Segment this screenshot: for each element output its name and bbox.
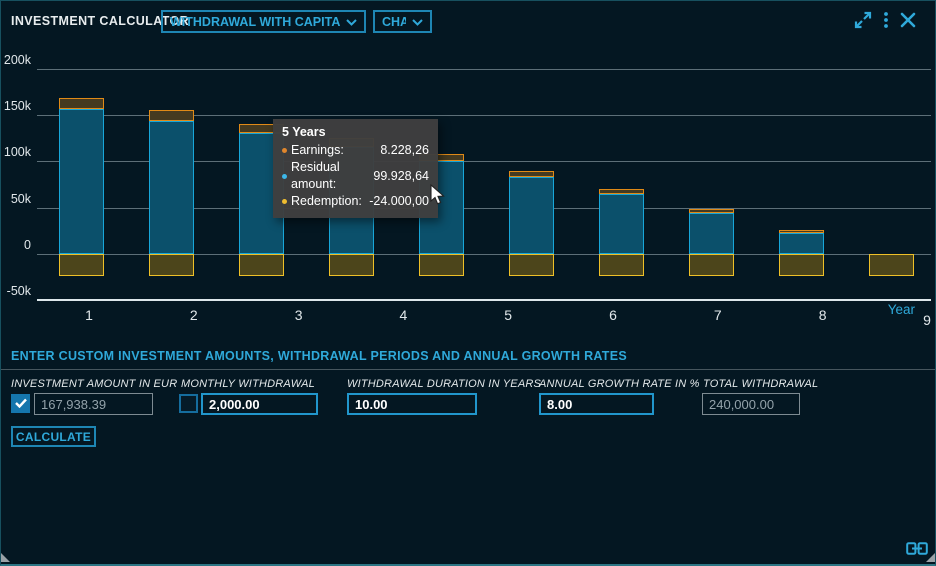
expand-button[interactable] xyxy=(852,10,874,32)
field-label: ANNUAL GROWTH RATE IN % xyxy=(539,378,700,390)
x-tick-label: 6 xyxy=(609,307,617,323)
x-axis-title: Year xyxy=(867,302,915,317)
field-label: INVESTMENT AMOUNT IN EUR xyxy=(11,378,177,390)
field-label: TOTAL WITHDRAWAL xyxy=(703,378,818,390)
earnings-bullet-icon xyxy=(282,148,287,153)
section-heading: ENTER CUSTOM INVESTMENT AMOUNTS, WITHDRA… xyxy=(11,349,627,363)
bar-year-6-redemption[interactable] xyxy=(509,254,554,276)
bar-year-1-redemption[interactable] xyxy=(59,254,104,276)
close-button[interactable] xyxy=(897,10,919,32)
x-tick-label: 5 xyxy=(504,307,512,323)
tooltip-title: 5 Years xyxy=(282,125,429,139)
bar-year-6-residual[interactable] xyxy=(509,177,554,254)
tooltip-value: 8.228,26 xyxy=(380,142,429,159)
y-tick-label: -50k xyxy=(1,284,31,298)
bar-year-2-earnings[interactable] xyxy=(149,110,194,121)
bar-year-8-earnings[interactable] xyxy=(689,209,734,213)
close-icon xyxy=(898,18,918,33)
chevron-down-icon xyxy=(346,15,357,29)
bar-year-8-residual[interactable] xyxy=(689,213,734,254)
investment-amount-input xyxy=(34,393,153,415)
bar-year-2-residual[interactable] xyxy=(149,121,194,254)
y-tick-label: 100k xyxy=(1,145,31,159)
field-label: WITHDRAWAL DURATION IN YEARS xyxy=(347,378,541,390)
bar-year-7-redemption[interactable] xyxy=(599,254,644,276)
checkmark-icon xyxy=(15,395,27,413)
link-icon xyxy=(906,543,928,558)
tooltip-row-earnings: Earnings: 8.228,26 xyxy=(282,142,429,159)
tooltip-row-redemption: Redemption: -24.000,00 xyxy=(282,193,429,210)
tooltip-value: -24.000,00 xyxy=(369,193,429,210)
view-type-dropdown[interactable]: CHART xyxy=(373,10,432,33)
calculate-button[interactable]: CALCULATE xyxy=(11,426,96,447)
tooltip-label: Redemption: xyxy=(291,193,362,210)
bar-year-9-earnings[interactable] xyxy=(779,230,824,232)
bar-year-5-redemption[interactable] xyxy=(419,254,464,276)
link-button[interactable] xyxy=(906,539,928,561)
bar-year-2-redemption[interactable] xyxy=(149,254,194,276)
view-type-value: CHART xyxy=(382,15,406,29)
x-tick-label: 7 xyxy=(714,307,722,323)
x-tick-label: 9 xyxy=(923,312,931,328)
x-tick-label: 1 xyxy=(85,307,93,323)
y-tick-label: 150k xyxy=(1,99,31,113)
tooltip-label: Residual amount: xyxy=(291,159,373,193)
redemption-bullet-icon xyxy=(282,199,287,204)
kebab-menu-icon xyxy=(876,18,896,33)
expand-icon xyxy=(853,18,873,33)
tooltip-label: Earnings: xyxy=(291,142,344,159)
bar-year-10-redemption[interactable] xyxy=(869,254,914,276)
investment-amount-checkbox[interactable] xyxy=(11,394,30,413)
bar-year-9-redemption[interactable] xyxy=(779,254,824,276)
bar-year-8-redemption[interactable] xyxy=(689,254,734,276)
x-tick-label: 2 xyxy=(190,307,198,323)
field-label: MONTHLY WITHDRAWAL xyxy=(181,378,315,390)
x-tick-label: 4 xyxy=(399,307,407,323)
tooltip-value: 99.928,64 xyxy=(373,168,429,185)
total-withdrawal-input xyxy=(702,393,800,415)
bar-year-3-redemption[interactable] xyxy=(239,254,284,276)
gridline-200k xyxy=(37,69,931,70)
withdrawal-duration-input[interactable] xyxy=(347,393,477,415)
section-divider xyxy=(1,369,936,370)
calculation-mode-value: WITHDRAWAL WITH CAPITA... xyxy=(170,15,340,29)
resize-handle-left[interactable] xyxy=(1,553,10,562)
annual-growth-rate-input[interactable] xyxy=(539,393,654,415)
x-tick-label: 8 xyxy=(819,307,827,323)
monthly-withdrawal-input[interactable] xyxy=(201,393,318,415)
bar-year-7-earnings[interactable] xyxy=(599,189,644,194)
bar-year-9-residual[interactable] xyxy=(779,233,824,254)
y-tick-label: 200k xyxy=(1,53,31,67)
bar-year-1-earnings[interactable] xyxy=(59,98,104,109)
more-options-button[interactable] xyxy=(875,10,897,32)
residual-bullet-icon xyxy=(282,174,287,179)
calculation-mode-dropdown[interactable]: WITHDRAWAL WITH CAPITA... xyxy=(161,10,366,33)
bar-year-6-earnings[interactable] xyxy=(509,171,554,177)
tooltip-row-residual: Residual amount: 99.928,64 xyxy=(282,159,429,193)
chevron-down-icon xyxy=(412,15,423,29)
y-tick-label: 0 xyxy=(1,238,31,252)
mouse-cursor-icon xyxy=(430,184,446,211)
monthly-withdrawal-checkbox[interactable] xyxy=(179,394,198,413)
bar-year-1-residual[interactable] xyxy=(59,109,104,254)
chart-tooltip: 5 Years Earnings: 8.228,26 Residual amou… xyxy=(273,119,438,218)
bar-year-4-redemption[interactable] xyxy=(329,254,374,276)
bar-year-7-residual[interactable] xyxy=(599,194,644,254)
x-tick-label: 3 xyxy=(295,307,303,323)
y-tick-label: 50k xyxy=(1,192,31,206)
x-axis-baseline xyxy=(37,299,931,301)
investment-calculator-window: INVESTMENT CALCULATOR WITHDRAWAL WITH CA… xyxy=(0,0,936,566)
